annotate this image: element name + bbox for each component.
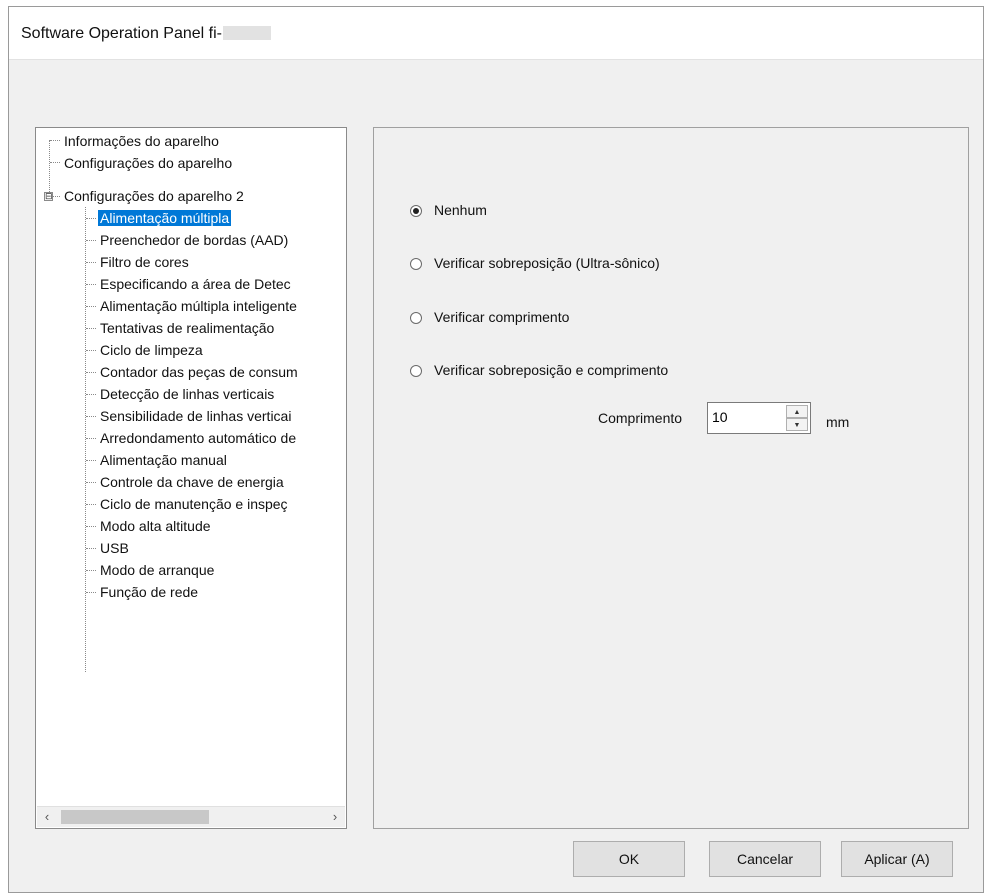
dialog-window: Software Operation Panel fi- ⊟ Informaçõ… [8,6,984,893]
tree-item-ciclo-de-manutencao[interactable]: Ciclo de manutenção e inspeç [98,493,290,515]
length-label: Comprimento [598,410,683,426]
radio-unchecked-icon[interactable] [410,312,422,324]
tree-item-modo-de-arranque[interactable]: Modo de arranque [98,559,216,581]
tree-connector [50,162,60,163]
tree-connector [50,140,60,141]
tree-item-informacoes-do-aparelho[interactable]: Informações do aparelho [62,130,221,152]
cancel-button[interactable]: Cancelar [709,841,821,877]
tree-item-modo-alta-altitude[interactable]: Modo alta altitude [98,515,213,537]
tree-connector [86,218,96,219]
spin-buttons: ▲ ▼ [786,405,808,431]
tree-item-ciclo-de-limpeza[interactable]: Ciclo de limpeza [98,339,205,361]
tree-item-configuracoes-do-aparelho[interactable]: Configurações do aparelho [62,152,234,174]
radio-unchecked-icon[interactable] [410,365,422,377]
tree-connector [86,306,96,307]
radio-verificar-comprimento[interactable]: Verificar comprimento [410,307,569,327]
tree-child-line [85,207,86,672]
radio-label: Verificar sobreposição (Ultra-sônico) [434,255,660,271]
tree-item-alimentacao-multipla-inteligente[interactable]: Alimentação múltipla inteligente [98,295,299,317]
tree-connector [53,196,60,197]
tree-item-filtro-de-cores[interactable]: Filtro de cores [98,251,191,273]
tree-item-configuracoes-do-aparelho-2[interactable]: Configurações do aparelho 2 [62,185,246,207]
tree-item-preenchedor-de-bordas[interactable]: Preenchedor de bordas (AAD) [98,229,290,251]
tree-root-line [49,140,50,194]
spin-up-icon[interactable]: ▲ [786,405,808,418]
radio-label: Verificar comprimento [434,309,570,325]
scroll-right-icon[interactable]: › [325,807,345,827]
radio-label: Nenhum [434,202,487,218]
settings-tree[interactable]: ⊟ Informações do aparelho Configurações … [35,127,347,829]
length-input[interactable] [712,407,782,427]
tree-connector [86,350,96,351]
tree-item-alimentacao-multipla[interactable]: Alimentação múltipla [98,207,232,229]
tree-item-tentativas-de-realimentacao[interactable]: Tentativas de realimentação [98,317,276,339]
tree-connector [86,372,96,373]
tree-item-sensibilidade-de-linhas[interactable]: Sensibilidade de linhas verticai [98,405,293,427]
horizontal-scrollbar[interactable]: ‹ › [37,806,345,827]
tree-item-alimentacao-manual[interactable]: Alimentação manual [98,449,229,471]
tree-connector [86,240,96,241]
tree-connector [86,262,96,263]
tree-connector [86,284,96,285]
title-bar: Software Operation Panel fi- [9,7,983,60]
length-spinbox[interactable]: ▲ ▼ [707,402,811,434]
tree-item-especificando-area[interactable]: Especificando a área de Detec [98,273,293,295]
apply-button[interactable]: Aplicar (A) [841,841,953,877]
tree-connector [86,438,96,439]
tree-item-controle-da-chave-de-energia[interactable]: Controle da chave de energia [98,471,286,493]
collapse-icon[interactable]: ⊟ [44,192,53,201]
tree-connector [86,592,96,593]
length-unit: mm [826,414,850,430]
tree-item-funcao-de-rede[interactable]: Função de rede [98,581,200,603]
radio-verificar-sobreposicao-e-comprimento[interactable]: Verificar sobreposição e comprimento [410,360,668,380]
tree-connector [86,570,96,571]
tree-connector [86,526,96,527]
scroll-left-icon[interactable]: ‹ [37,807,57,827]
radio-label: Verificar sobreposição e comprimento [434,362,669,378]
spin-down-icon[interactable]: ▼ [786,418,808,431]
tree-item-deteccao-de-linhas-verticais[interactable]: Detecção de linhas verticais [98,383,276,405]
tree-item-contador-das-pecas[interactable]: Contador das peças de consum [98,361,300,383]
tree-connector [86,504,96,505]
scroll-thumb[interactable] [61,810,209,824]
tree-item-arredondamento-automatico[interactable]: Arredondamento automático de [98,427,298,449]
ok-button[interactable]: OK [573,841,685,877]
window-title: Software Operation Panel fi- [21,25,271,43]
tree-item-usb[interactable]: USB [98,537,131,559]
tree-connector [86,394,96,395]
multifeed-options-panel: Nenhum Verificar sobreposição (Ultra-sôn… [373,127,969,829]
tree-connector [86,460,96,461]
radio-checked-icon[interactable] [410,205,422,217]
radio-verificar-sobreposicao[interactable]: Verificar sobreposição (Ultra-sônico) [410,253,660,273]
model-number-mask [223,26,271,40]
radio-nenhum[interactable]: Nenhum [410,200,487,220]
tree-connector [86,548,96,549]
tree-connector [86,482,96,483]
tree-connector [86,416,96,417]
radio-unchecked-icon[interactable] [410,258,422,270]
tree-connector [86,328,96,329]
